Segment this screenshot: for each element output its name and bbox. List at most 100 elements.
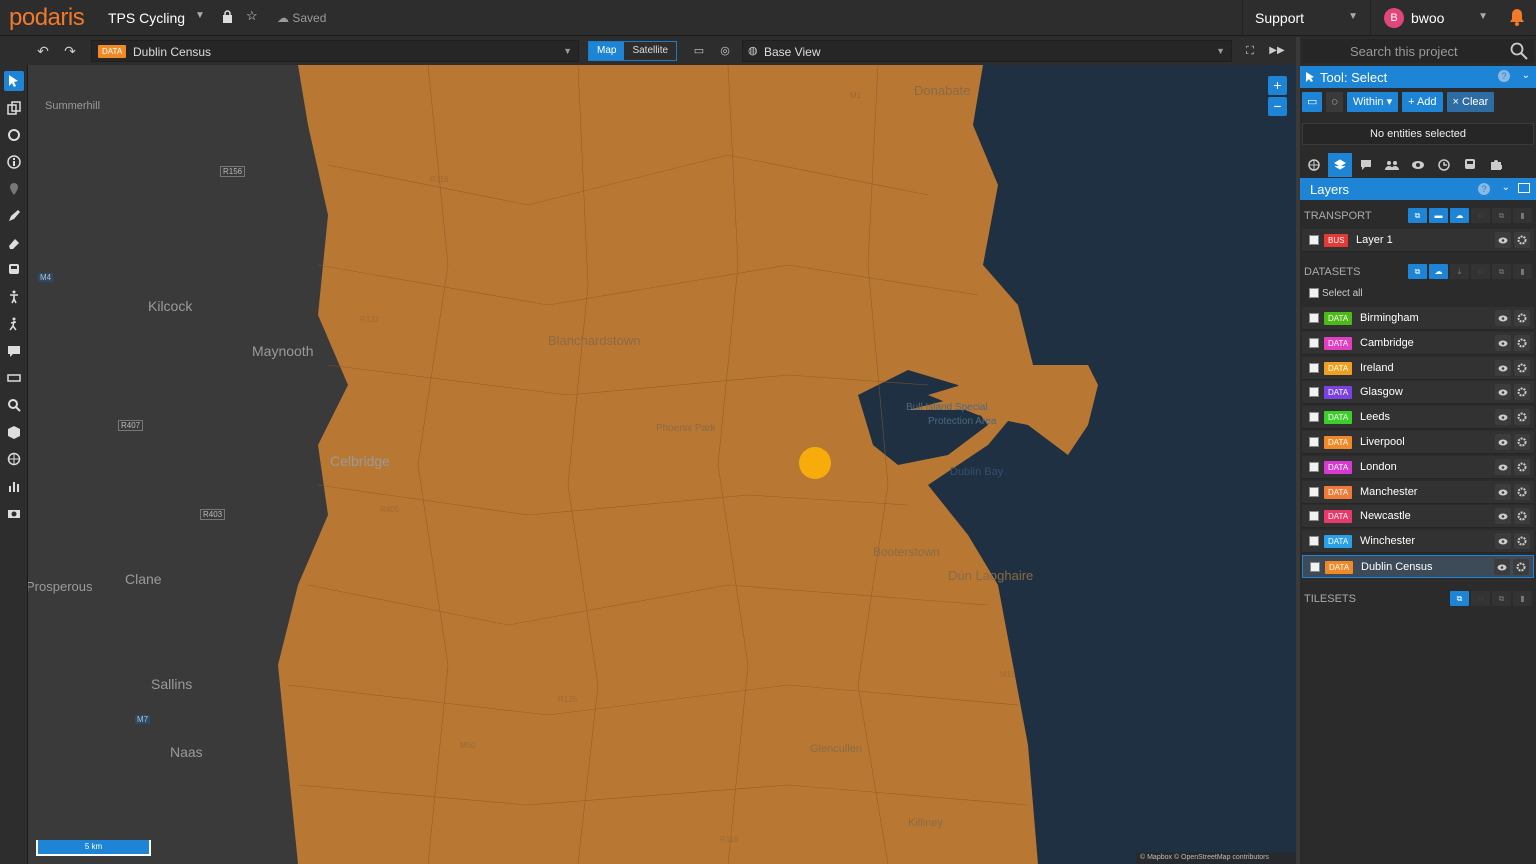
eye-icon[interactable] bbox=[1495, 533, 1511, 549]
gear-icon[interactable] bbox=[1514, 533, 1530, 549]
expand-icon[interactable] bbox=[1518, 183, 1530, 193]
layer-checkbox[interactable] bbox=[1309, 235, 1319, 245]
dataset-checkbox[interactable] bbox=[1309, 338, 1319, 348]
dataset-row[interactable]: DATA Newcastle bbox=[1302, 505, 1534, 528]
search-icon[interactable] bbox=[1510, 42, 1528, 60]
add-button[interactable]: + Add bbox=[1402, 92, 1443, 112]
dataset-row[interactable]: DATA Cambridge bbox=[1302, 332, 1534, 355]
select-tool-icon[interactable] bbox=[4, 71, 24, 91]
gear-icon[interactable] bbox=[1514, 310, 1530, 326]
dataset-checkbox[interactable] bbox=[1309, 412, 1319, 422]
clear-button[interactable]: × Clear bbox=[1446, 92, 1495, 112]
eraser-icon[interactable] bbox=[4, 233, 24, 253]
transport-layer-row[interactable]: BUS Layer 1 bbox=[1302, 229, 1534, 252]
duplicate-icon[interactable]: ⧉ bbox=[1492, 264, 1511, 279]
eye-icon[interactable] bbox=[1495, 409, 1511, 425]
search-icon[interactable] bbox=[4, 395, 24, 415]
users-tab-icon[interactable] bbox=[1380, 153, 1404, 177]
gear-icon[interactable] bbox=[1514, 360, 1530, 376]
eye-icon[interactable] bbox=[1495, 484, 1511, 500]
star-icon[interactable]: ☆ bbox=[246, 8, 258, 24]
gear-icon[interactable] bbox=[1514, 335, 1530, 351]
gear-icon[interactable] bbox=[1514, 459, 1530, 475]
hide-icon[interactable]: ◌ bbox=[1471, 208, 1490, 223]
dataset-checkbox[interactable] bbox=[1309, 487, 1319, 497]
dataset-row[interactable]: DATA Winchester bbox=[1302, 530, 1534, 553]
comments-tab-icon[interactable] bbox=[1354, 153, 1378, 177]
collapse-panel-icon[interactable]: ▶▶ bbox=[1266, 40, 1288, 62]
bell-icon[interactable] bbox=[1509, 8, 1525, 26]
folder-icon[interactable]: ▬ bbox=[1429, 208, 1448, 223]
gear-icon[interactable] bbox=[1514, 232, 1530, 248]
target-icon[interactable]: ◎ bbox=[714, 40, 736, 62]
dataset-row[interactable]: DATA Ireland bbox=[1302, 357, 1534, 380]
gear-icon[interactable] bbox=[1514, 384, 1530, 400]
dataset-row[interactable]: DATA Liverpool bbox=[1302, 431, 1534, 454]
within-dropdown[interactable]: Within ▾ bbox=[1346, 92, 1399, 112]
undo-icon[interactable]: ↶ bbox=[32, 40, 54, 62]
census-map[interactable] bbox=[28, 65, 1296, 864]
map-canvas[interactable]: Summerhill Kilcock Maynooth Clane Sallin… bbox=[28, 65, 1296, 864]
hide-icon[interactable]: ◌ bbox=[1471, 591, 1490, 606]
map-marker[interactable] bbox=[799, 447, 831, 479]
select-all[interactable]: Select all bbox=[1302, 285, 1534, 303]
eye-icon[interactable] bbox=[1495, 384, 1511, 400]
dataset-checkbox[interactable] bbox=[1309, 387, 1319, 397]
gear-icon[interactable] bbox=[1514, 409, 1530, 425]
support-menu[interactable]: Support ▼ bbox=[1242, 0, 1368, 36]
rectangle-select-icon[interactable]: ▭ bbox=[1302, 92, 1323, 112]
train-icon[interactable] bbox=[4, 260, 24, 280]
dataset-checkbox[interactable] bbox=[1309, 462, 1319, 472]
dataset-row[interactable]: DATA Dublin Census bbox=[1302, 555, 1534, 578]
map-button[interactable]: Map bbox=[589, 42, 625, 60]
download-icon[interactable]: ⤓ bbox=[1450, 264, 1469, 279]
dataset-row[interactable]: DATA Manchester bbox=[1302, 481, 1534, 504]
history-tab-icon[interactable] bbox=[1432, 153, 1456, 177]
zoom-out-button[interactable]: − bbox=[1268, 97, 1287, 116]
eye-tab-icon[interactable] bbox=[1406, 153, 1430, 177]
duplicate-icon[interactable]: ⧉ bbox=[1492, 208, 1511, 223]
cloud-upload-icon[interactable]: ☁ bbox=[1429, 264, 1448, 279]
gear-icon[interactable] bbox=[1514, 508, 1530, 524]
trash-icon[interactable]: ▮ bbox=[1513, 591, 1532, 606]
copy-tool-icon[interactable] bbox=[4, 98, 24, 118]
globe-tab-icon[interactable] bbox=[1302, 153, 1326, 177]
dataset-checkbox[interactable] bbox=[1309, 536, 1319, 546]
monitor-icon[interactable]: ▭ bbox=[688, 40, 710, 62]
eye-icon[interactable] bbox=[1495, 232, 1511, 248]
lasso-select-icon[interactable]: ◌ bbox=[1326, 92, 1343, 112]
walk-icon[interactable] bbox=[4, 314, 24, 334]
dataset-checkbox[interactable] bbox=[1310, 562, 1320, 572]
dataset-checkbox[interactable] bbox=[1309, 313, 1319, 323]
project-title[interactable]: TPS Cycling bbox=[108, 10, 185, 26]
map-pin-icon[interactable] bbox=[4, 179, 24, 199]
gear-icon[interactable] bbox=[1513, 559, 1529, 575]
pedestrian-icon[interactable] bbox=[4, 287, 24, 307]
layers-tab-icon[interactable] bbox=[1328, 153, 1352, 177]
help-icon[interactable]: ? bbox=[1478, 183, 1490, 195]
bar-chart-icon[interactable] bbox=[4, 476, 24, 496]
help-icon[interactable]: ? bbox=[1498, 70, 1510, 82]
user-menu[interactable]: B bwoo ▼ bbox=[1370, 0, 1498, 36]
box-icon[interactable] bbox=[4, 422, 24, 442]
add-dataset-icon[interactable]: ⧉ bbox=[1408, 264, 1427, 279]
comment-icon[interactable] bbox=[4, 341, 24, 361]
chevron-down-icon[interactable]: ▼ bbox=[195, 10, 205, 21]
dataset-select[interactable]: DATA Dublin Census ▼ bbox=[91, 40, 579, 62]
pencil-icon[interactable] bbox=[4, 206, 24, 226]
dataset-row[interactable]: DATA Glasgow bbox=[1302, 381, 1534, 404]
gear-icon[interactable] bbox=[1514, 434, 1530, 450]
hide-icon[interactable]: ◌ bbox=[1471, 264, 1490, 279]
add-layer-icon[interactable]: ⧉ bbox=[1408, 208, 1427, 223]
satellite-button[interactable]: Satellite bbox=[624, 42, 676, 60]
lock-icon[interactable] bbox=[222, 10, 233, 23]
gear-icon[interactable] bbox=[1514, 484, 1530, 500]
dataset-row[interactable]: DATA Leeds bbox=[1302, 406, 1534, 429]
redo-icon[interactable]: ↷ bbox=[59, 40, 81, 62]
dataset-checkbox[interactable] bbox=[1309, 511, 1319, 521]
eye-icon[interactable] bbox=[1495, 434, 1511, 450]
eye-icon[interactable] bbox=[1495, 508, 1511, 524]
dataset-row[interactable]: DATA Birmingham bbox=[1302, 307, 1534, 330]
chevron-down-icon[interactable]: ⌄ bbox=[1502, 182, 1510, 193]
train-tab-icon[interactable] bbox=[1458, 153, 1482, 177]
